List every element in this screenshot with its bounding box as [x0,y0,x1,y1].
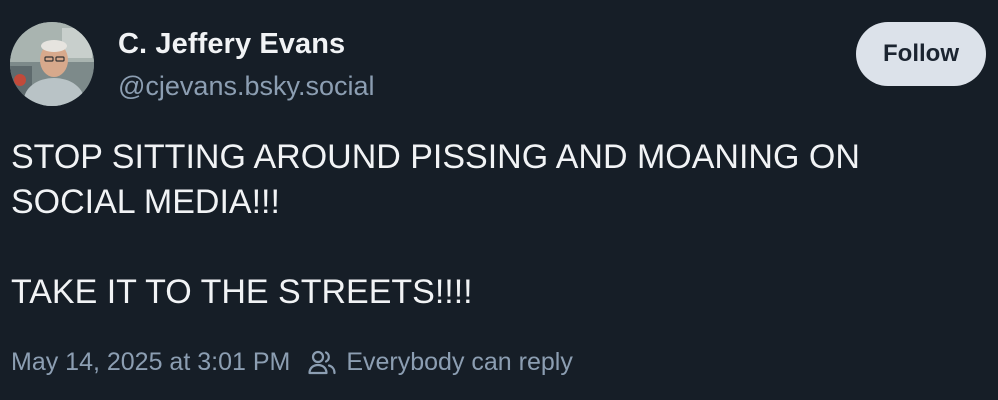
post-paragraph: STOP SITTING AROUND PISSING AND MOANING … [11,138,860,221]
follow-button[interactable]: Follow [856,22,986,86]
avatar[interactable] [10,22,94,106]
post-timestamp[interactable]: May 14, 2025 at 3:01 PM [11,348,290,377]
post-text: STOP SITTING AROUND PISSING AND MOANING … [11,135,971,315]
post-paragraph: TAKE IT TO THE STREETS!!!! [11,273,473,311]
author-handle[interactable]: @cjevans.bsky.social [118,71,375,102]
reply-setting: Everybody can reply [346,347,573,376]
post-meta: May 14, 2025 at 3:01 PM Everybody can re… [11,344,573,380]
people-icon [308,349,336,375]
post-card: C. Jeffery Evans @cjevans.bsky.social Fo… [0,0,998,400]
avatar-photo-icon [10,22,94,106]
author-display-name[interactable]: C. Jeffery Evans [118,28,345,61]
